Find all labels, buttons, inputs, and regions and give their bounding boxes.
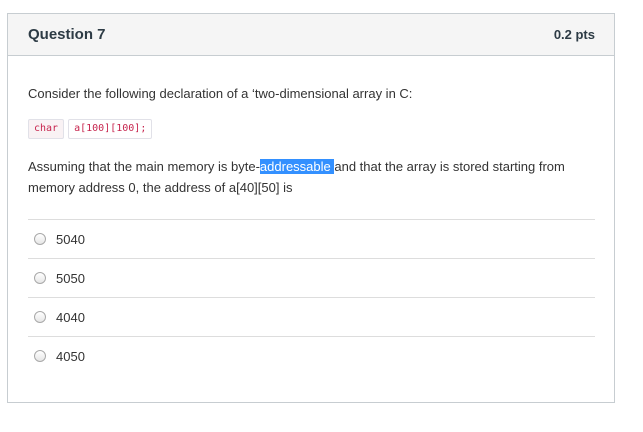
question-text-part1: Assuming that the main memory is byte- [28,159,260,174]
radio-button[interactable] [34,272,46,284]
question-title: Question 7 [28,26,106,43]
answer-list: 5040 5050 4040 4050 [28,219,595,375]
question-points: 0.2 pts [553,27,595,42]
radio-button[interactable] [34,233,46,245]
radio-button[interactable] [34,350,46,362]
code-token-declarator: a[100][100]; [68,119,153,139]
selected-text-highlight: addressable [259,159,335,174]
question-header: Question 7 0.2 pts [8,14,614,56]
answer-option[interactable]: 5040 [28,219,595,258]
question-text: Assuming that the main memory is byte-ad… [28,156,598,198]
answer-option[interactable]: 4040 [28,297,595,336]
answer-label[interactable]: 4050 [56,349,85,364]
answer-label[interactable]: 4040 [56,310,85,325]
radio-button[interactable] [34,311,46,323]
answer-label[interactable]: 5050 [56,271,85,286]
question-body: Consider the following declaration of a … [8,86,614,375]
question-card: Question 7 0.2 pts Consider the followin… [7,13,615,403]
answer-option[interactable]: 5050 [28,258,595,297]
question-intro: Consider the following declaration of a … [28,86,413,101]
answer-option[interactable]: 4050 [28,336,595,375]
code-token-type: char [28,119,65,139]
code-declaration: char a[100][100]; [28,119,595,139]
answer-label[interactable]: 5040 [56,232,85,247]
